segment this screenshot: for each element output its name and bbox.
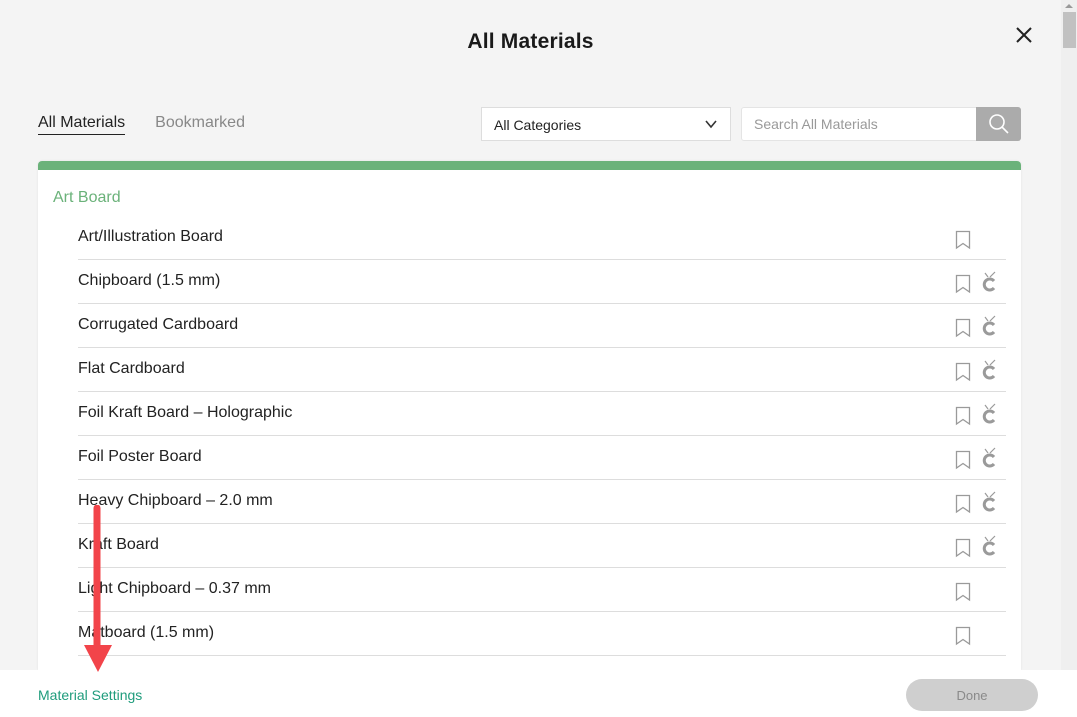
material-row[interactable]: Foil Kraft Board – Holographic [78,392,1006,436]
search-icon [988,114,1009,134]
material-row[interactable]: Chipboard (1.5 mm) [78,260,1006,304]
bookmark-icon[interactable] [955,318,971,338]
material-row[interactable]: Flat Cardboard [78,348,1006,392]
material-row[interactable]: Matboard (1.5 mm) [78,612,1006,656]
material-name: Kraft Board [78,536,159,553]
category-select-value: All Categories [494,117,582,133]
material-name: Flat Cardboard [78,360,185,377]
material-name: Matboard (1.5 mm) [78,624,215,641]
material-name: Foil Poster Board [78,448,202,465]
knife-blade-compatible-icon [982,447,996,468]
bookmark-icon[interactable] [955,538,971,558]
bookmark-icon[interactable] [955,582,971,602]
scrollbar-thumb[interactable] [1063,12,1076,48]
group-title: Art Board [53,189,121,206]
tab-all-materials[interactable]: All Materials [38,114,126,135]
material-tabs: All Materials Bookmarked [38,114,245,135]
bookmark-icon[interactable] [955,626,971,646]
material-name: Foil Kraft Board – Holographic [78,404,293,421]
material-name: Corrugated Cardboard [78,316,239,333]
knife-blade-compatible-icon [982,359,996,380]
scroll-up-arrow-icon[interactable] [1065,4,1073,8]
close-icon[interactable] [1013,24,1035,46]
search-box [741,107,1021,141]
material-row[interactable]: Art/Illustration Board [78,216,1006,260]
chevron-down-icon [705,120,717,129]
card-accent-band [38,161,1021,170]
material-row[interactable]: Kraft Board [78,524,1006,568]
material-name: Heavy Chipboard – 2.0 mm [78,492,273,509]
material-name: Chipboard (1.5 mm) [78,272,221,289]
dialog-title: All Materials [467,30,594,53]
search-input[interactable] [742,108,978,140]
search-button[interactable] [976,107,1021,141]
bookmark-icon[interactable] [955,450,971,470]
bookmark-icon[interactable] [955,274,971,294]
knife-blade-compatible-icon [982,535,996,556]
tab-bookmarked[interactable]: Bookmarked [155,114,245,135]
category-select[interactable]: All Categories [481,107,731,141]
all-materials-dialog: All Materials All Materials Bookmarked A… [0,0,1061,670]
bookmark-icon[interactable] [955,230,971,250]
bookmark-icon[interactable] [955,362,971,382]
materials-list: Art/Illustration Board Chipboard (1.5 mm)… [78,216,1006,656]
scrollbar[interactable] [1061,0,1077,670]
material-name: Light Chipboard – 0.37 mm [78,580,271,597]
knife-blade-compatible-icon [982,315,996,336]
knife-blade-compatible-icon [982,491,996,512]
material-name: Art/Illustration Board [78,228,223,245]
bookmark-icon[interactable] [955,494,971,514]
material-row[interactable]: Corrugated Cardboard [78,304,1006,348]
bookmark-icon[interactable] [955,406,971,426]
material-row[interactable]: Light Chipboard – 0.37 mm [78,568,1006,612]
knife-blade-compatible-icon [982,271,996,292]
dialog-footer: Material Settings Done [0,670,1077,717]
done-button[interactable]: Done [906,679,1038,711]
knife-blade-compatible-icon [982,403,996,424]
material-settings-link[interactable]: Material Settings [38,687,142,703]
material-row[interactable]: Foil Poster Board [78,436,1006,480]
materials-list-card: Art Board Art/Illustration Board Chipboar… [38,161,1021,670]
material-row[interactable]: Heavy Chipboard – 2.0 mm [78,480,1006,524]
